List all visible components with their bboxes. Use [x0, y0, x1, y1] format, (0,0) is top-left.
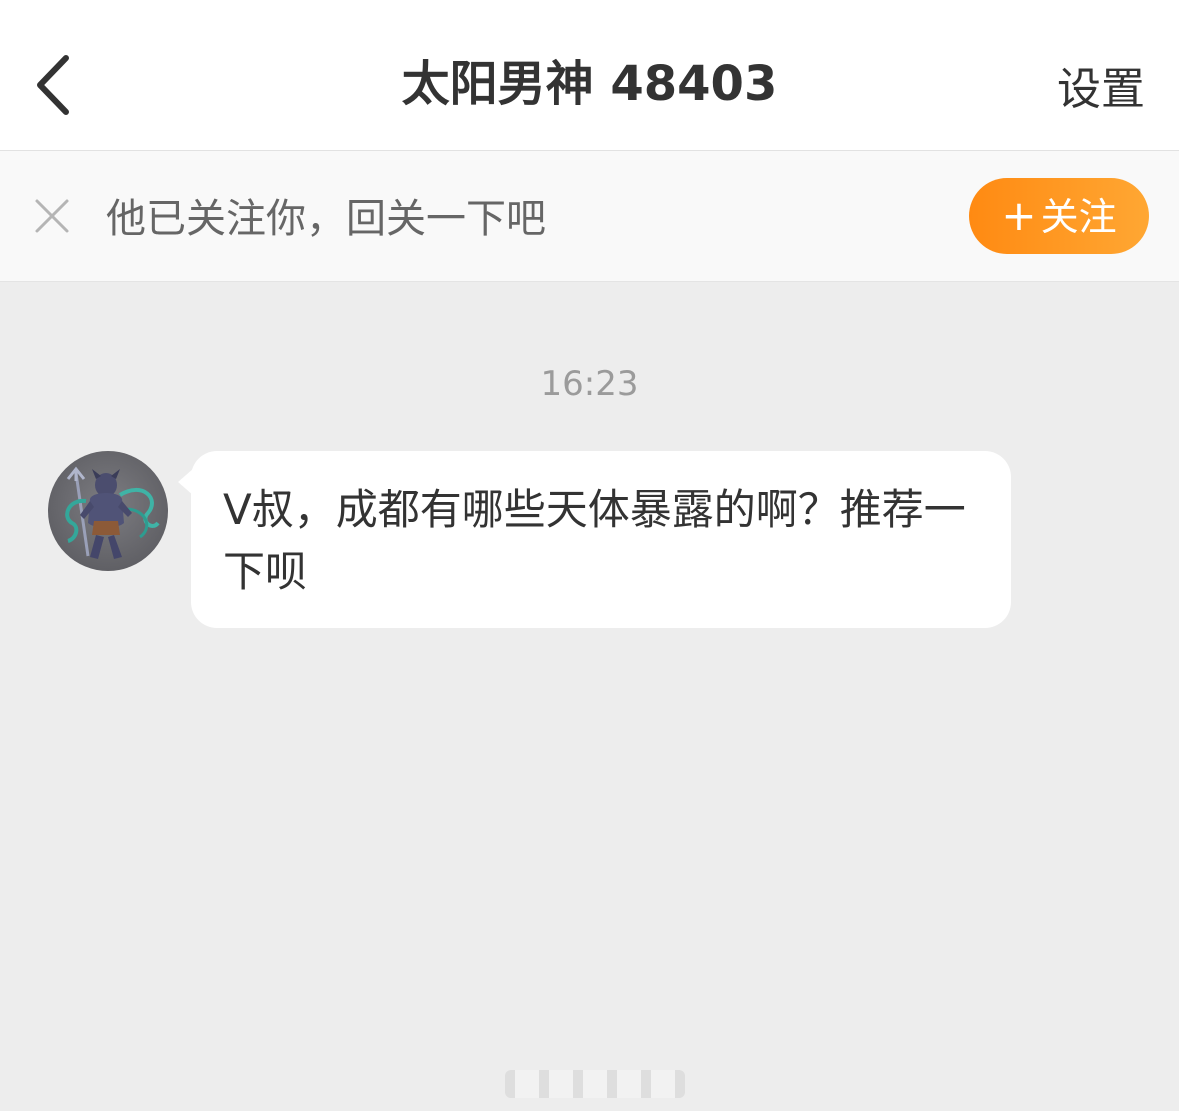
- nav-header: 太阳男神 48403 设置: [0, 0, 1179, 151]
- follow-button[interactable]: + 关注: [969, 178, 1149, 254]
- plus-icon: +: [1001, 191, 1037, 240]
- close-icon: [35, 199, 69, 233]
- home-indicator: [505, 1070, 685, 1098]
- page-title: 太阳男神 48403: [401, 56, 778, 112]
- message-timestamp: 16:23: [540, 364, 639, 404]
- chat-screen: 太阳男神 48403 设置 他已关注你，回关一下吧 + 关注 16:23 V叔，…: [0, 0, 1179, 1111]
- follow-back-message: 他已关注你，回关一下吧: [106, 196, 546, 242]
- follow-button-label: 关注: [1040, 195, 1117, 239]
- follow-back-banner: 他已关注你，回关一下吧 + 关注: [0, 151, 1179, 282]
- message-bubble[interactable]: V叔，成都有哪些天体暴露的啊？推荐一下呗: [191, 451, 1011, 628]
- close-banner-button[interactable]: [34, 198, 70, 234]
- avatar[interactable]: [48, 451, 168, 571]
- settings-button[interactable]: 设置: [1057, 60, 1145, 120]
- avatar-demon-figure: [65, 466, 160, 559]
